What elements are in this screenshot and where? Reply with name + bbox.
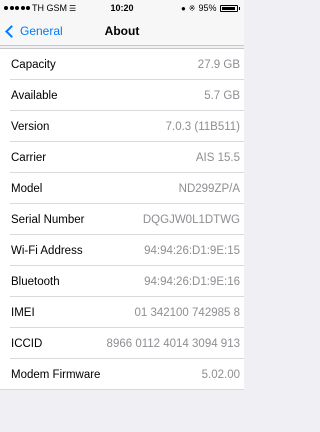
info-row[interactable]: Modem Firmware 5.02.00 (0, 359, 244, 390)
battery-tip (238, 6, 240, 10)
info-row-value: AIS 15.5 (195, 151, 240, 164)
info-row-value: 5.7 GB (204, 89, 240, 102)
status-right: ● ※ 95% (181, 3, 240, 13)
info-row-value: 8966 0112 4014 3094 913 (106, 337, 240, 350)
info-row[interactable]: Available 5.7 GB (0, 80, 244, 111)
info-row-value: ND299ZP/A (178, 182, 240, 195)
info-row[interactable]: Bluetooth 94:94:26:D1:9E:16 (0, 266, 244, 297)
battery-fill (221, 6, 235, 10)
info-row-label: Model (11, 182, 43, 195)
info-row-label: Bluetooth (11, 275, 60, 288)
info-row-label: ICCID (11, 337, 43, 350)
info-row[interactable]: ICCID 8966 0112 4014 3094 913 (0, 328, 244, 359)
info-row[interactable]: IMEI 01 342100 742985 8 (0, 297, 244, 328)
info-row[interactable]: Serial Number DQGJW0L1DTWG (0, 204, 244, 235)
info-row-label: Serial Number (11, 213, 85, 226)
info-row-value: 27.9 GB (197, 58, 240, 71)
about-screen: TH GSM ☰ 10:20 ● ※ 95% General About Cap… (0, 0, 244, 432)
info-row-label: IMEI (11, 306, 35, 319)
battery-icon (219, 4, 238, 12)
info-row-value: 94:94:26:D1:9E:15 (144, 244, 240, 257)
info-row-value: DQGJW0L1DTWG (142, 213, 240, 226)
info-row[interactable]: Carrier AIS 15.5 (0, 142, 244, 173)
info-row-label: Modem Firmware (11, 368, 101, 381)
info-row-label: Carrier (11, 151, 47, 164)
info-row-label: Available (11, 89, 58, 102)
info-row-label: Wi-Fi Address (11, 244, 83, 257)
info-row[interactable]: Version 7.0.3 (11B511) (0, 111, 244, 142)
info-row[interactable]: Wi-Fi Address 94:94:26:D1:9E:15 (0, 235, 244, 266)
info-row[interactable]: Capacity 27.9 GB (0, 49, 244, 80)
page-title: About (104, 24, 140, 38)
about-info-list: Capacity 27.9 GB Available 5.7 GB Version 7.0… (0, 48, 244, 390)
battery-percent: 95% (198, 3, 217, 13)
info-row-value: 01 342100 742985 8 (134, 306, 240, 319)
status-bar: TH GSM ☰ 10:20 ● ※ 95% (0, 0, 244, 17)
info-row-label: Version (11, 120, 50, 133)
bluetooth-icon: ※ (188, 3, 196, 13)
info-row-value: 7.0.3 (11B511) (165, 120, 240, 133)
navigation-bar: General About (0, 17, 244, 46)
info-row[interactable]: Model ND299ZP/A (0, 173, 244, 204)
info-row-value: 5.02.00 (201, 368, 240, 381)
info-row-label: Capacity (11, 58, 56, 71)
info-row-value: 94:94:26:D1:9E:16 (144, 275, 240, 288)
alarm-icon: ● (180, 3, 186, 13)
